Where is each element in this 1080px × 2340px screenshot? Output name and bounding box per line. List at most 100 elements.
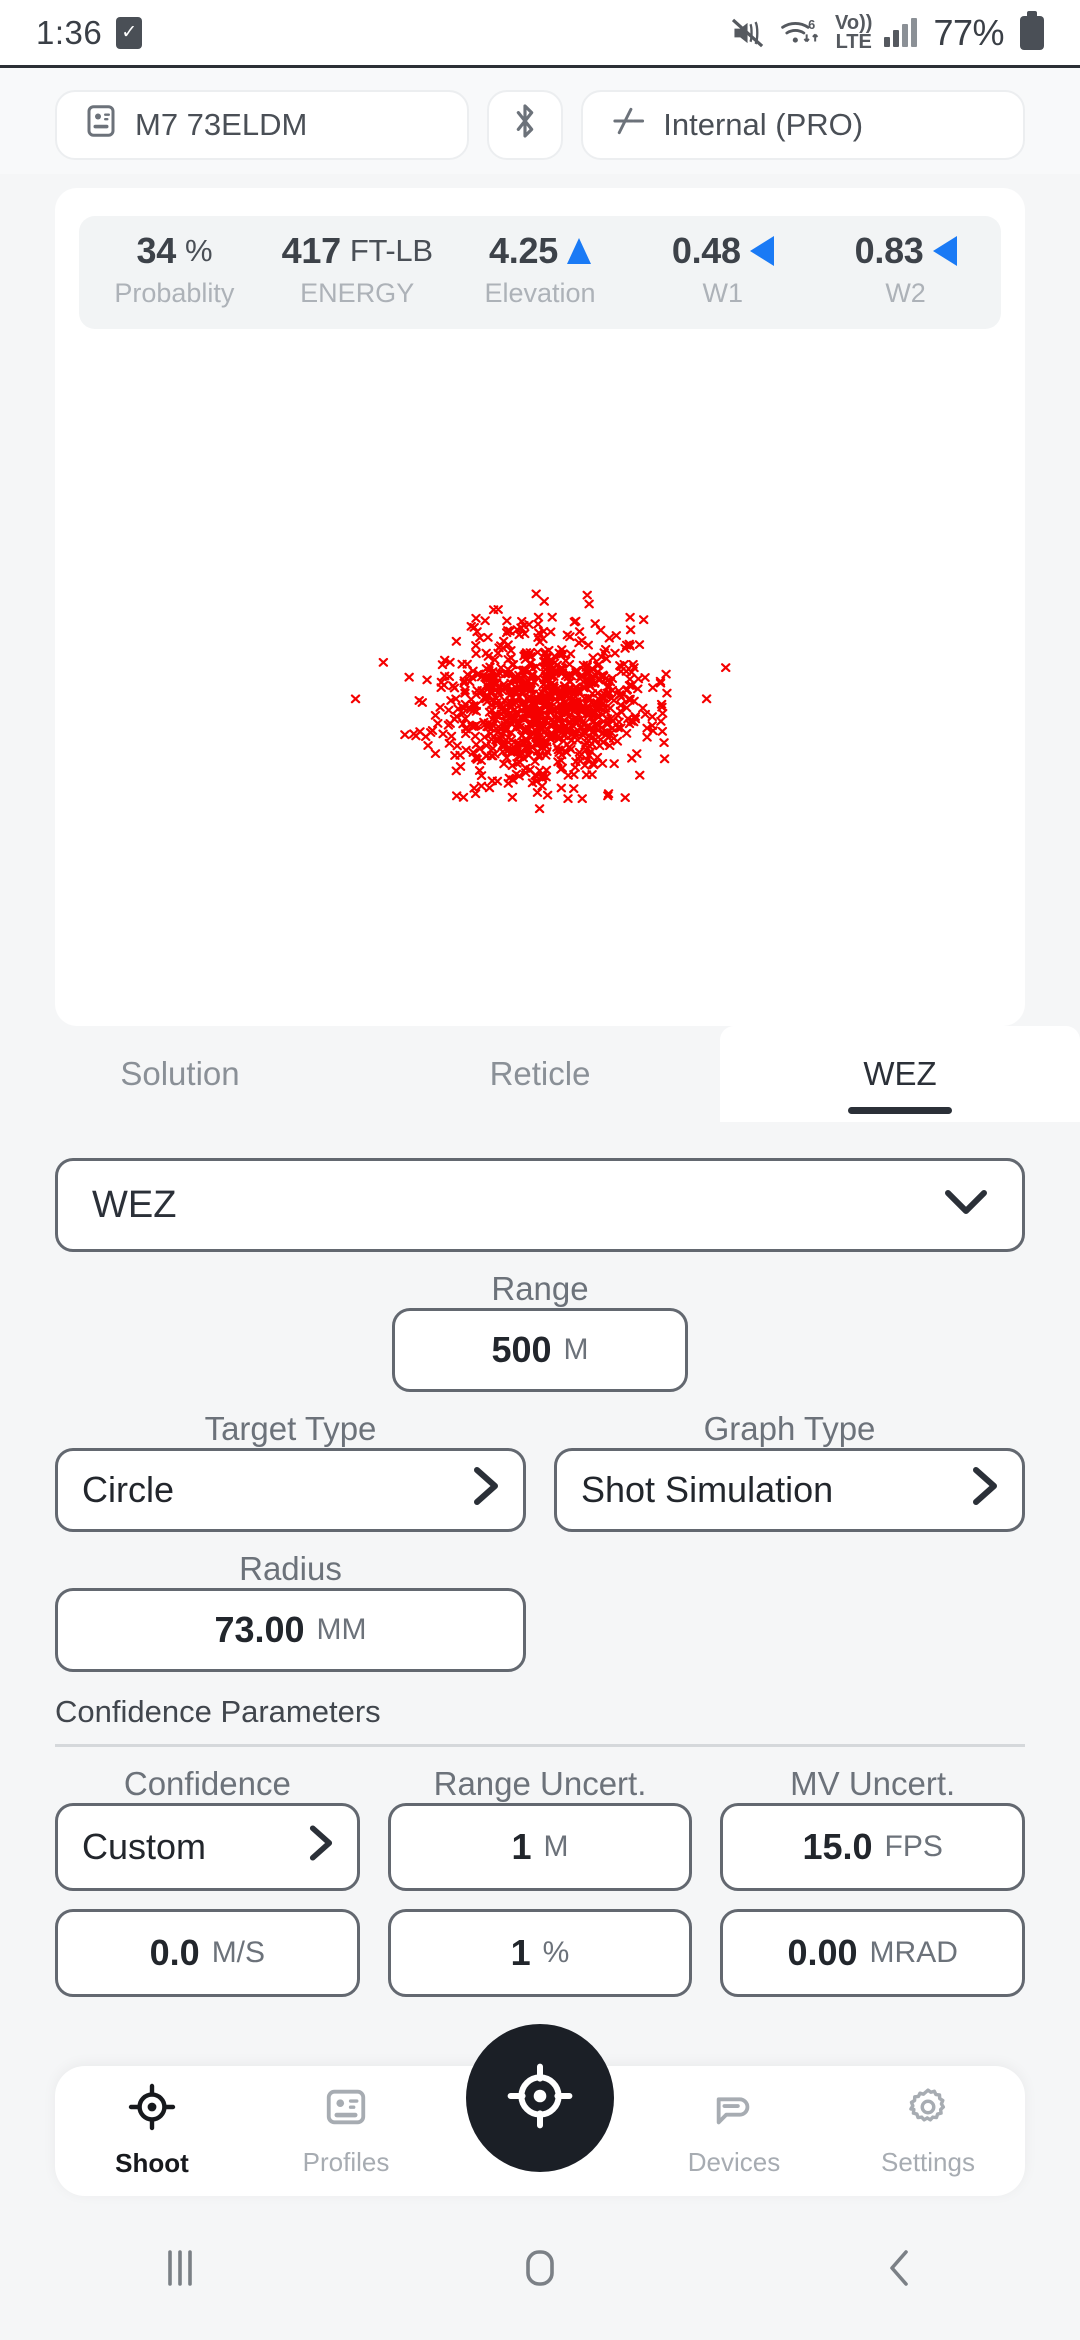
- bluetooth-icon: [510, 101, 540, 149]
- stat-label: ENERGY: [300, 278, 415, 308]
- id-card-icon: [323, 2084, 369, 2137]
- crosshair-icon: [128, 2083, 176, 2138]
- chevron-right-icon: [309, 1824, 333, 1871]
- home-icon[interactable]: [480, 2242, 600, 2294]
- profile-chip[interactable]: M7 73ELDM: [55, 90, 470, 160]
- back-icon[interactable]: [840, 2242, 960, 2294]
- status-icons: 6 Vo)) LTE 77%: [731, 10, 1044, 54]
- shoot-fab-button[interactable]: [466, 2024, 614, 2172]
- graph-type-select[interactable]: Shot Simulation: [554, 1448, 1025, 1532]
- nav-item-settings[interactable]: Settings: [831, 2084, 1025, 2178]
- nav-item-label: Shoot: [115, 2148, 189, 2178]
- mv-uncert-value: 15.0: [802, 1826, 873, 1867]
- graph-type-label: Graph Type: [703, 1410, 876, 1447]
- tab-solution[interactable]: Solution: [0, 1026, 360, 1122]
- wifi-6-icon: 6: [779, 16, 823, 50]
- stat-unit: %: [184, 233, 213, 268]
- nav-item-label: Devices: [687, 2147, 781, 2177]
- stat-w1: 0.48 W1: [631, 230, 814, 309]
- stat-value: 0.83: [854, 230, 924, 271]
- volte-icon: Vo)) LTE: [835, 11, 873, 53]
- status-bar: 1:36 ✓ 6 Vo)) LTE 77%: [0, 0, 1080, 68]
- range-value: 500: [491, 1329, 552, 1370]
- tab-label: Solution: [120, 1055, 240, 1092]
- mute-icon: [731, 17, 767, 49]
- target-type-label: Target Type: [204, 1410, 377, 1447]
- confidence-parameters-title: Confidence Parameters: [55, 1694, 381, 1729]
- angle-uncert-input[interactable]: 1 %: [387, 1909, 693, 1997]
- stats-strip: 34 % Probablity 417 FT-LB ENERGY 4.25 El…: [79, 216, 1001, 329]
- stat-value: 4.25: [489, 230, 558, 271]
- mv-uncert-label: MV Uncert.: [790, 1765, 956, 1802]
- status-clock: 1:36: [36, 13, 103, 51]
- cellular-signal-icon: [884, 17, 918, 47]
- wez-chart-card: 34 % Probablity 417 FT-LB ENERGY 4.25 El…: [55, 188, 1025, 1026]
- device-icon: [711, 2084, 757, 2137]
- graph-type-value: Shot Simulation: [581, 1469, 834, 1510]
- nav-item-shoot[interactable]: Shoot: [55, 2083, 249, 2179]
- range-unit: M: [563, 1333, 589, 1366]
- angle-uncert-unit: %: [542, 1936, 570, 1969]
- stat-unit: FT-LB: [349, 233, 433, 268]
- radius-value: 73.00: [214, 1609, 305, 1650]
- stat-w2: 0.83 W2: [814, 230, 997, 309]
- mv-uncert-input[interactable]: 15.0 FPS: [720, 1803, 1026, 1891]
- tab-reticle[interactable]: Reticle: [360, 1026, 720, 1122]
- stat-elevation: 4.25 Elevation: [449, 230, 632, 309]
- rifle-icon: [609, 104, 647, 146]
- crosshair-icon: [504, 2060, 576, 2137]
- arrow-left-icon: [932, 236, 957, 266]
- chevron-right-icon: [972, 1466, 998, 1515]
- confidence-value: Custom: [82, 1826, 207, 1867]
- recents-icon[interactable]: [120, 2242, 240, 2294]
- wez-mode-value: WEZ: [92, 1183, 177, 1226]
- stat-energy: 417 FT-LB ENERGY: [266, 230, 449, 309]
- stat-label: Elevation: [484, 278, 596, 308]
- tab-active-underline: [848, 1107, 952, 1114]
- radius-label: Radius: [239, 1550, 342, 1587]
- profile-chip-label: M7 73ELDM: [135, 107, 308, 142]
- wind-uncert-input[interactable]: 0.0 M/S: [55, 1909, 360, 1997]
- radius-input[interactable]: 73.00 MM: [55, 1588, 526, 1672]
- svg-text:6: 6: [808, 16, 815, 31]
- stat-probability: 34 % Probablity: [83, 230, 266, 309]
- target-type-select[interactable]: Circle: [55, 1448, 526, 1532]
- range-uncert-value: 1: [511, 1826, 532, 1867]
- android-navigation-bar: [0, 2196, 1080, 2340]
- range-uncert-label: Range Uncert.: [433, 1765, 647, 1802]
- chevron-down-icon: [944, 1184, 988, 1227]
- range-input[interactable]: 500 M: [392, 1308, 688, 1392]
- angle-uncert-value: 1: [510, 1932, 531, 1973]
- chevron-right-icon: [473, 1466, 499, 1515]
- zero-uncert-value: 0.00: [787, 1932, 858, 1973]
- device-chip[interactable]: Internal (PRO): [581, 90, 1026, 160]
- battery-icon: [1020, 10, 1044, 50]
- stat-value: 34: [136, 230, 177, 271]
- nav-item-profiles[interactable]: Profiles: [249, 2084, 443, 2178]
- zero-uncert-input[interactable]: 0.00 MRAD: [720, 1909, 1026, 1997]
- range-uncert-unit: M: [543, 1830, 569, 1863]
- stat-label: W2: [885, 278, 926, 308]
- arrow-left-icon: [749, 236, 774, 266]
- radius-group: Radius 73.00 MM: [55, 1550, 526, 1672]
- nav-item-label: Profiles: [302, 2147, 390, 2177]
- id-card-icon: [83, 103, 119, 147]
- nav-item-label: Settings: [881, 2147, 975, 2177]
- tab-label: Reticle: [489, 1055, 591, 1092]
- nav-item-devices[interactable]: Devices: [637, 2084, 831, 2178]
- range-uncert-input[interactable]: 1 M: [387, 1803, 693, 1891]
- tab-wez[interactable]: WEZ: [720, 1026, 1080, 1122]
- wez-mode-select[interactable]: WEZ: [55, 1158, 1025, 1252]
- battery-percent: 77%: [933, 11, 1004, 53]
- confidence-row-1: Confidence Custom Range Uncert. 1 M MV U…: [55, 1747, 1026, 1891]
- stat-value: 417: [281, 230, 341, 271]
- checkbox-icon: ✓: [116, 16, 143, 49]
- tab-bar: Solution Reticle WEZ: [0, 1026, 1080, 1122]
- confidence-label: Confidence: [123, 1765, 291, 1802]
- top-bar: M7 73ELDM Internal (PRO): [0, 68, 1080, 174]
- wind-uncert-value: 0.0: [149, 1932, 200, 1973]
- bluetooth-button[interactable]: [487, 90, 564, 160]
- device-chip-label: Internal (PRO): [663, 107, 864, 142]
- arrow-up-icon: [566, 238, 591, 264]
- confidence-select[interactable]: Custom: [55, 1803, 360, 1891]
